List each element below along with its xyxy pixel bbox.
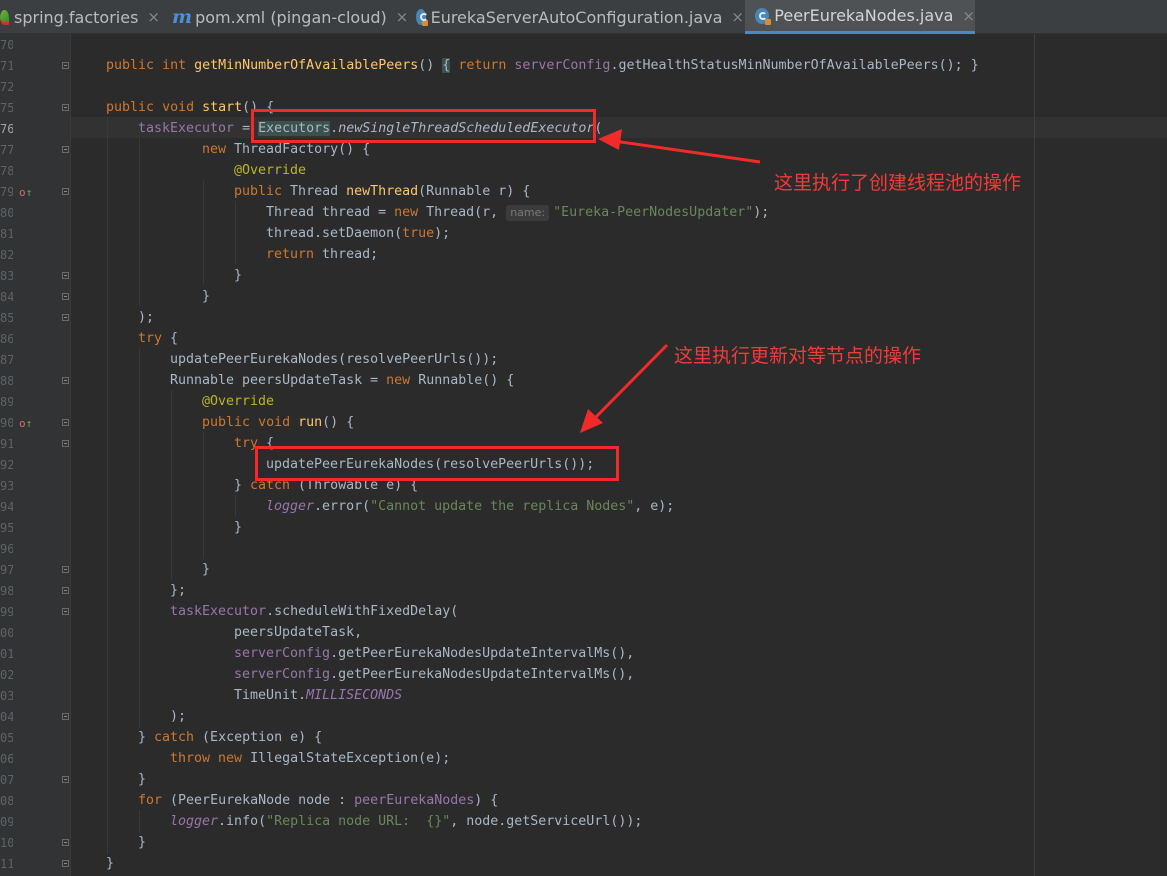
- arrow-line-middle: [590, 343, 669, 423]
- annotation-text-update-peers: 这里执行更新对等节点的操作: [674, 345, 922, 367]
- arrow-line-top: [613, 139, 761, 164]
- annotation-text-thread-pool: 这里执行了创建线程池的操作: [774, 172, 1022, 194]
- annotation-arrows: [580, 129, 761, 433]
- arrowhead-top: [598, 129, 622, 150]
